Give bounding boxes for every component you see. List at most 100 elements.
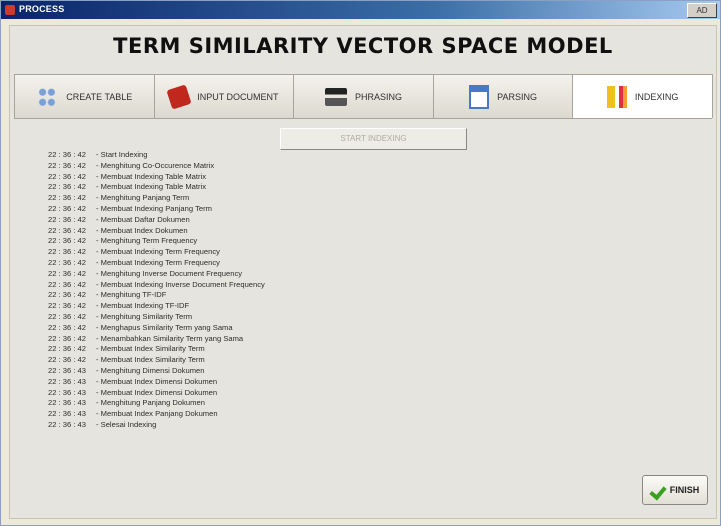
log-time: 22 : 36 : 43 [48, 365, 86, 375]
log-message: - Membuat Indexing TF-IDF [96, 301, 190, 311]
log-time: 22 : 36 : 42 [48, 236, 86, 246]
tab-bar: CREATE TABLE INPUT DOCUMENT PHRASING PAR… [14, 74, 713, 119]
window-controls[interactable]: AD [687, 3, 717, 18]
finish-button[interactable]: FINISH [642, 475, 708, 505]
log-message: - Membuat Index Dimensi Dokumen [96, 387, 218, 397]
log-time: 22 : 36 : 43 [48, 398, 86, 408]
log-time: 22 : 36 : 42 [48, 160, 86, 170]
log-message: - Membuat Indexing Table Matrix [96, 182, 207, 192]
log-time: 22 : 36 : 42 [48, 279, 86, 289]
tab-indexing[interactable]: INDEXING [572, 74, 713, 118]
log-line: 22 : 36 : 42 - Membuat Index Similarity T… [48, 344, 468, 355]
log-message: - Membuat Indexing Term Frequency [96, 247, 220, 257]
log-time: 22 : 36 : 42 [48, 268, 86, 278]
log-message: - Membuat Indexing Panjang Term [96, 203, 212, 213]
log-line: 22 : 36 : 42 - Menambahkan Similarity Ter… [48, 334, 468, 345]
tab-create-table[interactable]: CREATE TABLE [14, 74, 155, 118]
log-time: 22 : 36 : 42 [48, 182, 86, 192]
tab-label: PHRASING [354, 91, 402, 102]
log-message: - Membuat Indexing Term Frequency [96, 257, 220, 267]
log-line: 22 : 36 : 42 - Membuat Indexing Inverse D… [48, 280, 468, 291]
log-time: 22 : 36 : 42 [48, 322, 86, 332]
log-time: 22 : 36 : 42 [48, 257, 86, 267]
log-time: 22 : 36 : 42 [48, 171, 86, 181]
log-time: 22 : 36 : 42 [48, 214, 86, 224]
tab-label: INPUT DOCUMENT [197, 91, 279, 102]
log-line: 22 : 36 : 42 - Membuat Daftar Dokumen [48, 215, 468, 226]
log-time: 22 : 36 : 42 [48, 203, 86, 213]
check-icon [651, 482, 667, 498]
log-time: 22 : 36 : 42 [48, 290, 86, 300]
log-message: - Menghitung Co-Occurence Matrix [96, 160, 215, 170]
log-time: 22 : 36 : 43 [48, 376, 86, 386]
log-line: 22 : 36 : 42 - Start Indexing [48, 150, 468, 161]
log-line: 22 : 36 : 42 - Membuat Indexing Table Mat… [48, 182, 468, 193]
tab-phrasing[interactable]: PHRASING [293, 74, 434, 118]
log-line: 22 : 36 : 43 - Menghitung Panjang Dokumen [48, 398, 468, 409]
phrasing-icon [324, 87, 347, 106]
log-line: 22 : 36 : 42 - Menghitung Term Frequency [48, 236, 468, 247]
indexing-log: 22 : 36 : 42- Start Indexing 22 : 36 : 42… [48, 150, 468, 431]
log-line: 22 : 36 : 43 - Menghitung Dimensi Dokumen [48, 366, 468, 377]
page-title: TERM SIMILARITY VECTOR SPACE MODEL [113, 34, 613, 58]
tab-parsing[interactable]: PARSING [432, 74, 574, 118]
log-line: 22 : 36 : 42 - Membuat Index Similarity T… [48, 355, 468, 366]
parsing-icon [469, 84, 490, 109]
log-message: - Menghitung Inverse Document Frequency [96, 268, 243, 278]
log-time: 22 : 36 : 43 [48, 409, 86, 419]
log-message: - Menghitung Similarity Term [96, 311, 193, 321]
log-line: 22 : 36 : 42 - Menghitung TF-IDF [48, 290, 468, 301]
log-line: 22 : 36 : 42 - Menghitung Inverse Documen… [48, 269, 468, 280]
log-line: 22 : 36 : 42 - Menghitung Similarity Term [48, 312, 468, 323]
log-line: 22 : 36 : 42 - Menghitung Panjang Term [48, 193, 468, 204]
finish-label: FINISH [669, 485, 700, 495]
log-message: - Menghapus Similarity Term yang Sama [96, 322, 233, 332]
process-window: PROCESS AD TERM SIMILARITY VECTOR SPACE … [0, 0, 721, 526]
log-time: 22 : 36 : 42 [48, 355, 86, 365]
log-line: 22 : 36 : 42 - Menghitung Co-Occurence Ma… [48, 161, 468, 172]
log-message: - Membuat Index Dimensi Dokumen [96, 376, 218, 386]
log-message: - Menghitung Panjang Dokumen [96, 398, 205, 408]
window-title: PROCESS [19, 4, 65, 14]
log-time: 22 : 36 : 42 [48, 193, 86, 203]
log-message: - Menghitung Dimensi Dokumen [96, 365, 205, 375]
log-message: - Membuat Daftar Dokumen [96, 214, 190, 224]
log-time: 22 : 36 : 42 [48, 225, 86, 235]
log-time: 22 : 36 : 42 [48, 150, 86, 159]
log-line: 22 : 36 : 43 - Membuat Index Panjang Doku… [48, 409, 468, 420]
log-time: 22 : 36 : 42 [48, 301, 86, 311]
log-message: - Selesai Indexing [96, 419, 157, 429]
input-document-icon [166, 83, 192, 110]
log-time: 22 : 36 : 42 [48, 247, 86, 257]
tab-input-document[interactable]: INPUT DOCUMENT [153, 74, 295, 118]
log-line: 22 : 36 : 43 - Selesai Indexing [48, 420, 468, 431]
log-time: 22 : 36 : 43 [48, 387, 86, 397]
log-message: - Menambahkan Similarity Term yang Sama [96, 333, 244, 343]
log-message: - Membuat Indexing Inverse Document Freq… [96, 279, 265, 289]
tab-label: CREATE TABLE [66, 91, 133, 102]
tab-label: INDEXING [634, 91, 679, 102]
log-message: - Membuat Indexing Table Matrix [96, 171, 207, 181]
title-bar[interactable]: PROCESS AD [1, 1, 720, 19]
log-time: 22 : 36 : 42 [48, 333, 86, 343]
log-time: 22 : 36 : 43 [48, 419, 86, 429]
log-message: - Membuat Index Panjang Dokumen [96, 409, 218, 419]
log-message: - Start Indexing [96, 150, 148, 159]
log-message: - Membuat Index Similarity Term [96, 344, 205, 354]
table-icon [36, 84, 59, 109]
log-line: 22 : 36 : 43 - Membuat Index Dimensi Doku… [48, 388, 468, 399]
log-line: 22 : 36 : 42 - Membuat Indexing Table Mat… [48, 172, 468, 183]
log-message: - Menghitung Panjang Term [96, 193, 190, 203]
log-line: 22 : 36 : 42 - Membuat Indexing Panjang T… [48, 204, 468, 215]
log-message: - Membuat Index Similarity Term [96, 355, 205, 365]
log-time: 22 : 36 : 42 [48, 344, 86, 354]
log-message: - Menghitung Term Frequency [96, 236, 198, 246]
log-line: 22 : 36 : 43 - Membuat Index Dimensi Doku… [48, 377, 468, 388]
log-line: 22 : 36 : 42 - Membuat Indexing Term Freq… [48, 258, 468, 269]
indexing-icon [606, 85, 627, 108]
log-line: 22 : 36 : 42 - Menghapus Similarity Term … [48, 323, 468, 334]
log-line: 22 : 36 : 42 - Membuat Indexing TF-IDF [48, 301, 468, 312]
start-indexing-button[interactable]: START INDEXING [280, 128, 467, 150]
log-time: 22 : 36 : 42 [48, 311, 86, 321]
log-line: 22 : 36 : 42 - Membuat Index Dokumen [48, 226, 468, 237]
